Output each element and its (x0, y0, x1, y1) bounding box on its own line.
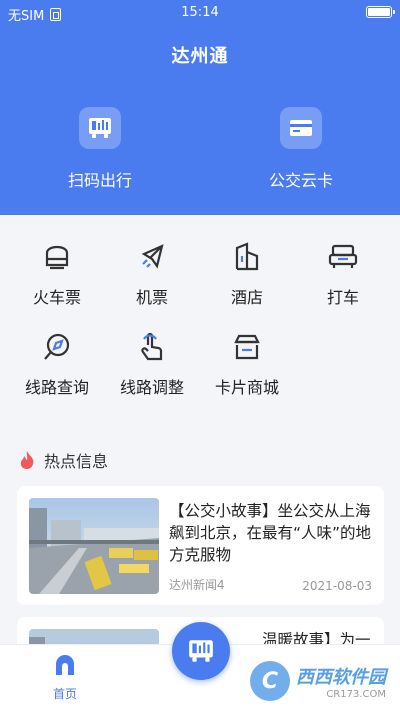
bus-cloud-card-label: 公交云卡 (268, 171, 333, 190)
service-grid: 火车票 机票 酒店 打车 线路查询 线路调整 卡片商城 (0, 215, 400, 420)
news-title: 【公交小故事】坐公交从上海飙到北京，在最有“人味”的地方克服物 (169, 502, 372, 564)
watermark: C 西西软件园 CR173.COM (250, 661, 386, 701)
hotel-button[interactable]: 酒店 (199, 240, 295, 308)
route-search-button[interactable]: 线路查询 (9, 330, 105, 398)
route-search-icon (40, 330, 74, 364)
route-adjust-label: 线路调整 (119, 378, 184, 397)
flame-icon (20, 451, 34, 469)
card-icon (280, 107, 322, 149)
train-icon (40, 240, 74, 274)
hotel-icon (230, 240, 264, 274)
card-shop-button[interactable]: 卡片商城 (199, 330, 295, 398)
card-shop-label: 卡片商城 (214, 378, 279, 397)
taxi-label: 打车 (326, 288, 359, 307)
news-source: 达州新闻4 (169, 578, 225, 592)
watermark-site: 软件园 (332, 666, 386, 688)
hotel-label: 酒店 (230, 288, 263, 307)
status-bar: 无SIM 15:14 (0, 0, 400, 26)
header: 无SIM 15:14 达州通 扫码出行 公交云卡 (0, 0, 400, 215)
clock: 15:14 (181, 5, 219, 20)
scan-ride-fab[interactable] (172, 622, 230, 680)
flight-ticket-label: 机票 (135, 288, 168, 307)
scan-ride-button[interactable]: 扫码出行 (30, 107, 170, 191)
home-icon (56, 655, 74, 675)
bus-cloud-card-button[interactable]: 公交云卡 (231, 107, 371, 191)
news-date: 2021-08-03 (302, 579, 372, 593)
bus-qr-icon (189, 640, 213, 662)
bus-qr-icon (79, 107, 121, 149)
news-card[interactable]: 【公交小故事】坐公交从上海飙到北京，在最有“人味”的地方克服物 达州新闻4 20… (17, 486, 384, 605)
train-ticket-label: 火车票 (32, 288, 81, 307)
scan-ride-label: 扫码出行 (67, 171, 132, 190)
card-shop-icon (230, 330, 264, 364)
route-adjust-button[interactable]: 线路调整 (104, 330, 200, 398)
page-title: 达州通 (171, 46, 229, 67)
route-search-label: 线路查询 (24, 378, 89, 397)
route-adjust-icon (135, 330, 169, 364)
hot-info-header: 热点信息 (18, 448, 108, 472)
news-thumbnail (29, 498, 159, 594)
section-title: 热点信息 (44, 452, 109, 471)
watermark-logo: C (250, 661, 290, 701)
battery-icon (366, 6, 395, 18)
tab-home[interactable]: 首页 (40, 655, 90, 702)
flight-ticket-button[interactable]: 机票 (104, 240, 200, 308)
tab-home-label: 首页 (52, 687, 77, 701)
taxi-icon (326, 240, 360, 274)
train-ticket-button[interactable]: 火车票 (9, 240, 105, 308)
watermark-name: 西西 (296, 666, 332, 688)
watermark-url: CR173.COM (326, 688, 386, 700)
plane-icon (135, 240, 169, 274)
taxi-button[interactable]: 打车 (295, 240, 391, 308)
